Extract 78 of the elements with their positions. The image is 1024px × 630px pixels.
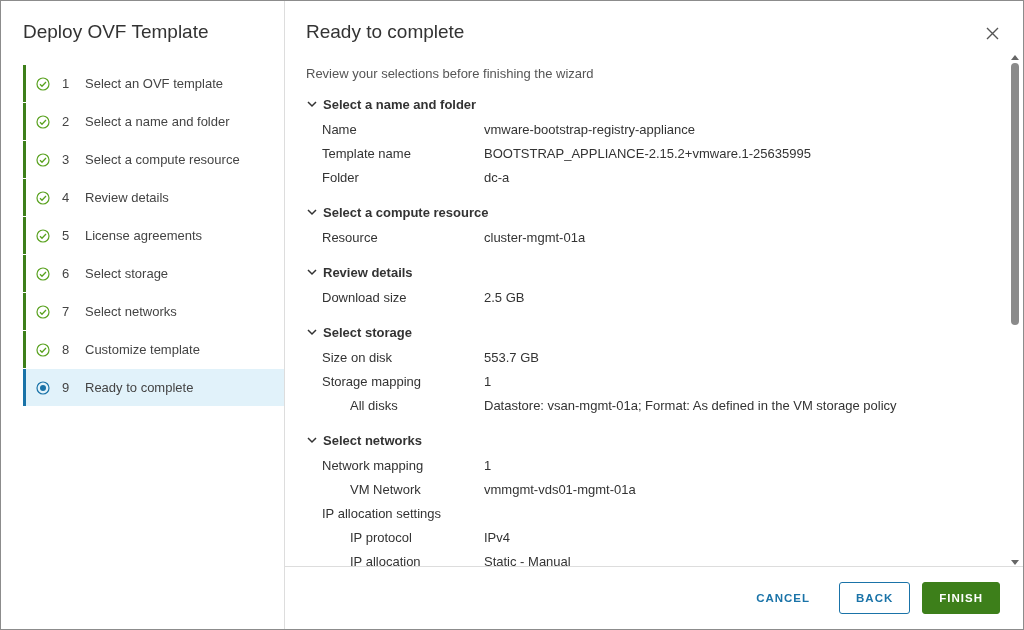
wizard-step[interactable]: 2 Select a name and folder <box>23 103 284 140</box>
page-subtitle: Review your selections before finishing the wizard <box>306 66 595 82</box>
check-circle-icon <box>36 114 50 129</box>
wizard-step[interactable]: 1 Select an OVF template <box>23 65 284 102</box>
field-label: VM Network <box>350 481 422 497</box>
field-value: dc-a <box>484 169 510 185</box>
wizard-title: Deploy OVF Template <box>23 21 210 44</box>
step-number: 5 <box>62 228 71 243</box>
radio-selected-icon <box>36 380 50 395</box>
close-button[interactable] <box>986 27 999 40</box>
field-label: IP protocol <box>350 529 413 545</box>
step-label: Select a name and folder <box>85 114 230 129</box>
field-label: Template name <box>322 145 412 161</box>
field-label: Folder <box>322 169 360 185</box>
field-value: vmmgmt-vds01-mgmt-01a <box>484 481 636 497</box>
step-number: 9 <box>62 380 71 395</box>
step-number: 6 <box>62 266 71 281</box>
step-label: Select a compute resource <box>85 152 240 167</box>
step-label: Select storage <box>85 266 169 281</box>
field-label: Resource <box>322 229 379 245</box>
step-label: Select networks <box>85 304 177 319</box>
field-value: 553.7 GB <box>484 349 539 365</box>
check-circle-icon <box>36 228 50 243</box>
section-header[interactable]: Select a compute resource <box>306 199 1009 225</box>
check-circle-icon <box>36 190 50 205</box>
check-circle-icon <box>36 342 50 357</box>
section-header[interactable]: Select storage <box>306 319 1009 345</box>
field-value: Datastore: vsan-mgmt-01a; Format: As defined in the VM storage policy <box>484 397 897 413</box>
step-number: 2 <box>62 114 71 129</box>
dialog-button[interactable]: BACK <box>839 582 911 614</box>
step-number: 7 <box>62 304 71 319</box>
step-label: License agreements <box>85 228 203 243</box>
wizard-step[interactable]: 5 License agreements <box>23 217 284 254</box>
field-label: Name <box>322 121 358 137</box>
field-value: 1 <box>484 373 492 389</box>
check-circle-icon <box>36 266 50 281</box>
dialog-button[interactable]: FINISH <box>922 582 1000 614</box>
page-title: Ready to complete <box>306 21 465 43</box>
step-number: 8 <box>62 342 71 357</box>
section-header[interactable]: Select a name and folder <box>306 91 1009 117</box>
step-label: Review details <box>85 190 169 205</box>
field-value: 1 <box>484 457 492 473</box>
wizard-step[interactable]: 6 Select storage <box>23 255 284 292</box>
step-number: 3 <box>62 152 71 167</box>
field-value: Static - Manual <box>484 553 571 566</box>
field-value: IPv4 <box>484 529 510 545</box>
step-number: 1 <box>62 76 71 91</box>
field-value: cluster-mgmt-01a <box>484 229 586 245</box>
chevron-down-icon <box>306 326 318 338</box>
check-circle-icon <box>36 76 50 91</box>
field-value: 2.5 GB <box>484 289 525 305</box>
chevron-down-icon <box>306 206 318 218</box>
field-value: vmware-bootstrap-registry-appliance <box>484 121 695 137</box>
field-label: Storage mapping <box>322 373 422 389</box>
field-label: All disks <box>350 397 399 413</box>
step-label: Customize template <box>85 342 200 357</box>
chevron-down-icon <box>306 266 318 278</box>
field-value: BOOTSTRAP_APPLIANCE-2.15.2+vmware.1-25635995 <box>484 145 811 161</box>
dialog-button[interactable]: CANCEL <box>739 582 828 614</box>
field-label: IP allocation settings <box>322 505 442 521</box>
wizard-step[interactable]: 4 Review details <box>23 179 284 216</box>
field-label: Size on disk <box>322 349 394 365</box>
step-label: Ready to complete <box>85 380 194 395</box>
wizard-step[interactable]: 9 Ready to complete <box>23 369 284 406</box>
step-label: Select an OVF template <box>85 76 223 91</box>
field-label: IP allocation <box>350 553 422 566</box>
step-number: 4 <box>62 190 71 205</box>
chevron-down-icon <box>306 434 318 446</box>
check-circle-icon <box>36 304 50 319</box>
check-circle-icon <box>36 152 50 167</box>
wizard-step[interactable]: 3 Select a compute resource <box>23 141 284 178</box>
wizard-step[interactable]: 7 Select networks <box>23 293 284 330</box>
close-icon <box>986 27 999 40</box>
section-header[interactable]: Review details <box>306 259 1009 285</box>
chevron-down-icon <box>306 98 318 110</box>
field-label: Network mapping <box>322 457 425 473</box>
section-header[interactable]: Select networks <box>306 427 1009 453</box>
field-label: Download size <box>322 289 408 305</box>
